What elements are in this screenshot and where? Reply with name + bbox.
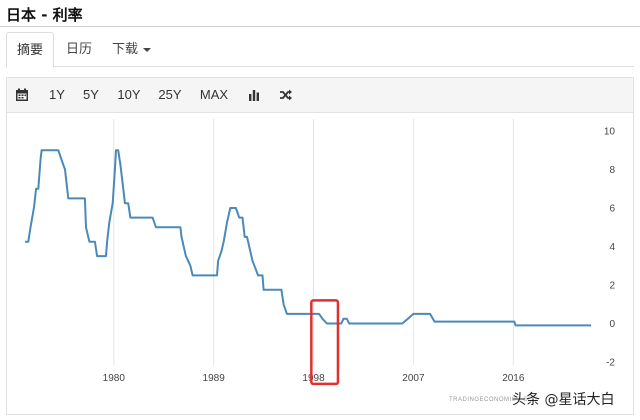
calendar-icon[interactable]	[15, 88, 29, 102]
tab-bar: 摘要 日历 下载	[6, 32, 634, 68]
chart-toolbar: 1Y 5Y 10Y 25Y MAX	[6, 77, 634, 113]
tab-summary-label: 摘要	[17, 43, 44, 58]
range-5y-button[interactable]: 5Y	[79, 78, 103, 112]
y-tick-label: -2	[606, 358, 615, 369]
y-tick-label: 6	[609, 204, 615, 215]
tab-summary[interactable]: 摘要	[6, 32, 55, 68]
series-line	[25, 149, 591, 327]
y-tick-label: 10	[604, 127, 616, 138]
shuffle-icon[interactable]	[279, 88, 293, 102]
range-10y-button[interactable]: 10Y	[114, 78, 144, 112]
watermark-text: 头条 @星话大白	[512, 392, 615, 408]
title-divider	[0, 26, 640, 27]
range-25y-button[interactable]: 25Y	[155, 78, 185, 112]
x-tick-label: 1989	[203, 373, 226, 384]
page-title: 日本 - 利率	[6, 6, 83, 24]
chart-frame: 1980 1989 1998 2007 2016 10 8 6 4 2 0 -2 TRADINGECON…	[6, 113, 634, 415]
x-tick-label: 1998	[302, 373, 325, 384]
bar-chart-icon[interactable]	[247, 88, 261, 102]
range-1y-button[interactable]: 1Y	[45, 78, 69, 112]
interest-rate-chart: 1980 1989 1998 2007 20161086420-2TRADINGECON…	[25, 119, 616, 403]
x-tick-label: 2016	[502, 373, 525, 384]
chevron-down-icon	[143, 47, 152, 52]
range-max-button[interactable]: MAX	[197, 78, 231, 112]
tab-download-label: 下载	[112, 42, 139, 57]
tab-calendar-label: 日历	[66, 42, 93, 57]
tab-calendar[interactable]: 日历	[56, 32, 102, 67]
y-tick-label: 8	[609, 165, 615, 176]
y-tick-label: 0	[609, 319, 615, 330]
x-tick-label: 2007	[402, 373, 425, 384]
y-tick-label: 2	[609, 281, 615, 292]
x-tick-label: 1980	[103, 373, 126, 384]
tab-download[interactable]: 下载	[102, 32, 161, 67]
y-tick-label: 4	[609, 242, 615, 253]
